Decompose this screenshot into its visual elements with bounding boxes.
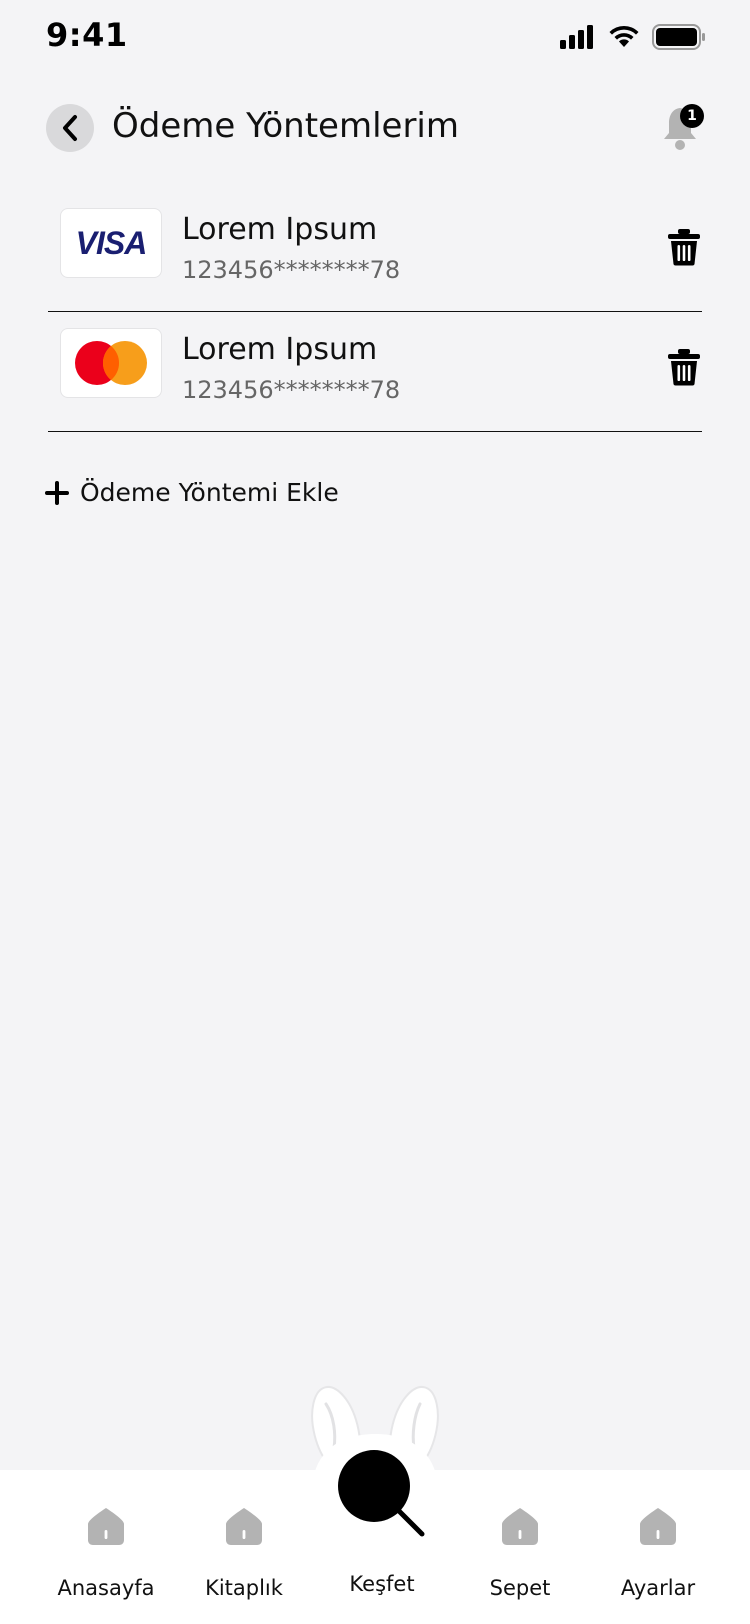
home-icon bbox=[88, 1508, 124, 1545]
tab-anasayfa[interactable]: Anasayfa bbox=[46, 1506, 166, 1606]
tab-label: Sepet bbox=[489, 1576, 551, 1600]
card-number: 123456********78 bbox=[182, 376, 401, 404]
tab-label: Ayarlar bbox=[620, 1576, 696, 1600]
wifi-icon bbox=[609, 25, 639, 47]
card-number: 123456********78 bbox=[182, 256, 401, 284]
visa-logo-text: VISA bbox=[75, 224, 148, 261]
status-time: 9:41 bbox=[46, 16, 128, 54]
card-holder-name: Lorem Ipsum bbox=[182, 332, 378, 367]
add-payment-method-button[interactable]: Ödeme Yöntemi Ekle bbox=[44, 478, 339, 507]
home-icon bbox=[226, 1508, 262, 1545]
payment-card-row[interactable]: Lorem Ipsum 123456********78 bbox=[48, 312, 702, 432]
notification-button[interactable]: 1 bbox=[660, 102, 706, 152]
home-icon bbox=[502, 1508, 538, 1545]
signal-icon bbox=[560, 25, 593, 49]
trash-icon[interactable] bbox=[666, 348, 702, 386]
home-icon bbox=[640, 1508, 676, 1545]
header: Ödeme Yöntemlerim 1 bbox=[0, 96, 750, 160]
chevron-left-icon bbox=[63, 115, 77, 141]
status-bar: 9:41 bbox=[0, 0, 750, 80]
tab-sepet[interactable]: Sepet bbox=[460, 1506, 580, 1606]
tab-kitaplik[interactable]: Kitaplık bbox=[184, 1506, 304, 1606]
search-icon[interactable] bbox=[336, 1448, 426, 1538]
tab-label: Kitaplık bbox=[205, 1576, 283, 1600]
card-holder-name: Lorem Ipsum bbox=[182, 212, 378, 247]
payment-card-row[interactable]: VISA Lorem Ipsum 123456********78 bbox=[48, 192, 702, 312]
visa-logo: VISA bbox=[60, 208, 162, 278]
notification-badge: 1 bbox=[680, 104, 704, 128]
battery-icon bbox=[652, 24, 705, 50]
plus-icon bbox=[45, 480, 69, 505]
status-icons bbox=[560, 24, 706, 50]
mastercard-circles-icon bbox=[75, 341, 147, 385]
add-payment-method-label: Ödeme Yöntemi Ekle bbox=[80, 478, 339, 507]
back-button[interactable] bbox=[46, 104, 94, 152]
mastercard-logo bbox=[60, 328, 162, 398]
trash-icon[interactable] bbox=[666, 228, 702, 266]
tab-label: Keşfet bbox=[349, 1572, 415, 1596]
page-title: Ödeme Yöntemlerim bbox=[112, 106, 459, 146]
tab-label: Anasayfa bbox=[57, 1576, 155, 1600]
tab-ayarlar[interactable]: Ayarlar bbox=[598, 1506, 718, 1606]
